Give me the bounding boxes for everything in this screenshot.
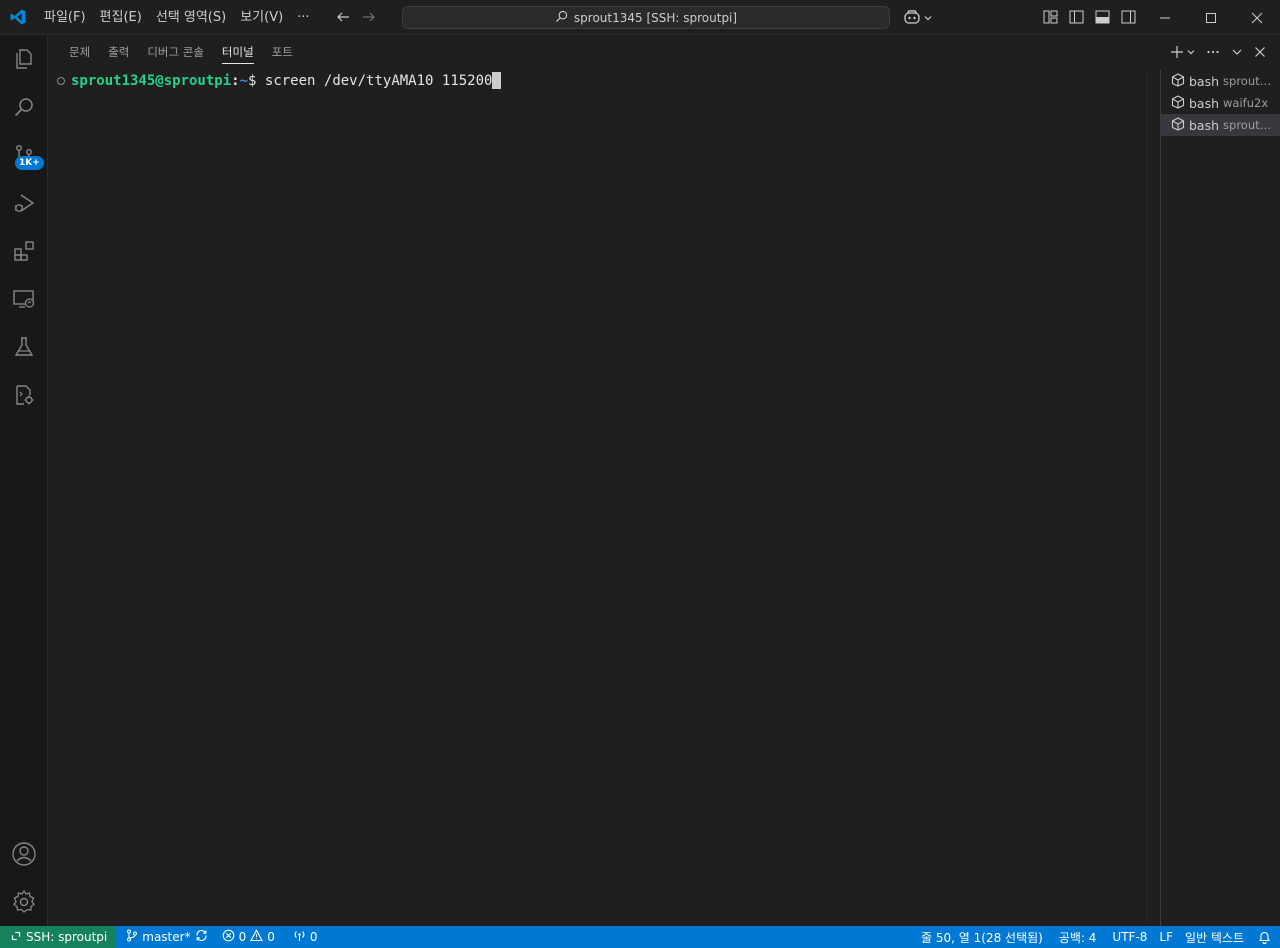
bottom-panel: 문제 출력 디버그 콘솔 터미널 포트 sprout1345@sproutpi …: [48, 35, 1280, 926]
source-control-icon[interactable]: [0, 131, 48, 179]
maximize-panel-chevron-icon[interactable]: [1230, 44, 1244, 60]
end-of-line[interactable]: LF: [1154, 926, 1178, 948]
problems-indicator[interactable]: 0 0: [217, 926, 280, 948]
terminal-command-line: sprout1345@sproutpi : ~ $ screen /dev/tt…: [56, 71, 1146, 90]
menu-bar: 파일(F) 편집(E) 선택 영역(S) 보기(V) ···: [37, 0, 317, 35]
remote-settings-icon[interactable]: [0, 371, 48, 419]
run-debug-icon[interactable]: [0, 179, 48, 227]
activity-bar: 1K+: [0, 35, 48, 926]
cube-icon: [1171, 72, 1185, 90]
terminal-tab-name: bash: [1189, 73, 1220, 89]
back-arrow-icon[interactable]: [335, 9, 351, 25]
warning-icon: [250, 929, 264, 945]
close-panel-icon[interactable]: [1254, 44, 1266, 60]
toggle-primary-sidebar-icon[interactable]: [1068, 9, 1084, 25]
terminal-tab-name: bash: [1189, 117, 1220, 133]
maximize-icon[interactable]: [1188, 0, 1234, 35]
terminal-tab-item[interactable]: bash sprout1345: [1161, 114, 1280, 136]
error-icon: [222, 929, 235, 945]
terminal-profiles-chevron-icon[interactable]: [1186, 44, 1196, 60]
minimize-icon[interactable]: [1142, 0, 1188, 35]
copilot-icon: [903, 9, 921, 29]
vscode-logo-icon: [0, 0, 35, 35]
prompt-symbol: $: [248, 72, 257, 89]
toggle-secondary-sidebar-icon[interactable]: [1120, 9, 1136, 25]
chevron-down-icon: [923, 12, 933, 27]
branch-indicator[interactable]: master*: [121, 926, 212, 948]
language-mode[interactable]: 일반 텍스트: [1180, 926, 1249, 948]
sync-icon[interactable]: [195, 929, 208, 945]
terminal-tab-desc: sprout1345: [1223, 118, 1273, 132]
remote-label: SSH: sproutpi: [26, 930, 108, 944]
close-icon[interactable]: [1234, 0, 1280, 35]
terminal-output[interactable]: sprout1345@sproutpi : ~ $ screen /dev/tt…: [56, 71, 1146, 916]
terminal-cursor: [492, 72, 502, 89]
search-view-icon[interactable]: [0, 83, 48, 131]
settings-gear-icon[interactable]: [0, 878, 48, 926]
customize-layout-icon[interactable]: [1042, 9, 1058, 25]
terminal-tab-name: bash: [1189, 95, 1220, 111]
git-branch-icon: [126, 929, 138, 945]
new-terminal-icon[interactable]: [1170, 44, 1184, 60]
tab-problems[interactable]: 문제: [60, 35, 99, 70]
panel-tabs: 문제 출력 디버그 콘솔 터미널 포트: [60, 35, 302, 70]
error-count: 0: [238, 930, 247, 944]
cube-icon: [1171, 94, 1185, 112]
testing-icon[interactable]: [0, 323, 48, 371]
terminal-tabs-list: bash sprout1345 bash waifu2x bash sprout…: [1160, 70, 1280, 926]
broadcast-icon: [293, 929, 306, 945]
prompt-path: ~: [239, 72, 249, 89]
terminal-command-text: screen /dev/ttyAMA10 115200: [256, 72, 493, 89]
source-control-badge: 1K+: [15, 156, 44, 170]
remote-icon: [10, 930, 22, 945]
command-decoration-icon[interactable]: [57, 76, 65, 85]
remote-explorer-icon[interactable]: [0, 275, 48, 323]
remote-indicator[interactable]: SSH: sproutpi: [0, 926, 116, 948]
menu-view[interactable]: 보기(V): [233, 0, 290, 35]
toggle-panel-icon[interactable]: [1094, 9, 1110, 25]
tab-ports[interactable]: 포트: [263, 35, 302, 70]
ports-count: 0: [309, 930, 318, 944]
encoding[interactable]: UTF-8: [1107, 926, 1152, 948]
terminal-tab-desc: waifu2x: [1223, 96, 1269, 110]
more-actions-icon[interactable]: [1206, 44, 1220, 60]
tab-debug-console[interactable]: 디버그 콘솔: [138, 35, 213, 70]
terminal-tab-item[interactable]: bash sprout1345: [1161, 70, 1280, 92]
menu-file[interactable]: 파일(F): [37, 0, 93, 35]
notifications-bell-icon[interactable]: [1253, 926, 1276, 948]
explorer-icon[interactable]: [0, 35, 48, 83]
copilot-menu[interactable]: [903, 9, 933, 29]
indentation[interactable]: 공백: 4: [1054, 926, 1102, 948]
branch-name: master*: [142, 930, 191, 944]
terminal-tab-item[interactable]: bash waifu2x: [1161, 92, 1280, 114]
tab-terminal[interactable]: 터미널: [213, 35, 263, 70]
warning-count: 0: [267, 930, 275, 944]
title-bar: 파일(F) 편집(E) 선택 영역(S) 보기(V) ··· sprout134…: [0, 0, 1280, 35]
terminal-scrollbar[interactable]: [1147, 71, 1158, 921]
accounts-icon[interactable]: [0, 830, 48, 878]
menu-more[interactable]: ···: [290, 0, 316, 35]
extensions-icon[interactable]: [0, 227, 48, 275]
prompt-colon: :: [231, 72, 240, 89]
command-center-search[interactable]: sprout1345 [SSH: sproutpi]: [402, 6, 890, 29]
cursor-position[interactable]: 줄 50, 열 1(28 선택됨): [916, 926, 1048, 948]
search-icon: [555, 10, 568, 26]
menu-edit[interactable]: 편집(E): [93, 0, 149, 35]
prompt-user-host: sprout1345@sproutpi: [71, 72, 232, 89]
cube-icon: [1171, 116, 1185, 134]
ports-indicator[interactable]: 0: [288, 926, 323, 948]
terminal-tab-desc: sprout1345: [1223, 74, 1273, 88]
status-bar: SSH: sproutpi master* 0 0 0 줄 50, 열 1(28…: [0, 926, 1280, 948]
command-center-label: sprout1345 [SSH: sproutpi]: [573, 10, 738, 25]
tab-output[interactable]: 출력: [99, 35, 138, 70]
forward-arrow-icon[interactable]: [361, 9, 377, 25]
menu-selection[interactable]: 선택 영역(S): [149, 0, 233, 35]
